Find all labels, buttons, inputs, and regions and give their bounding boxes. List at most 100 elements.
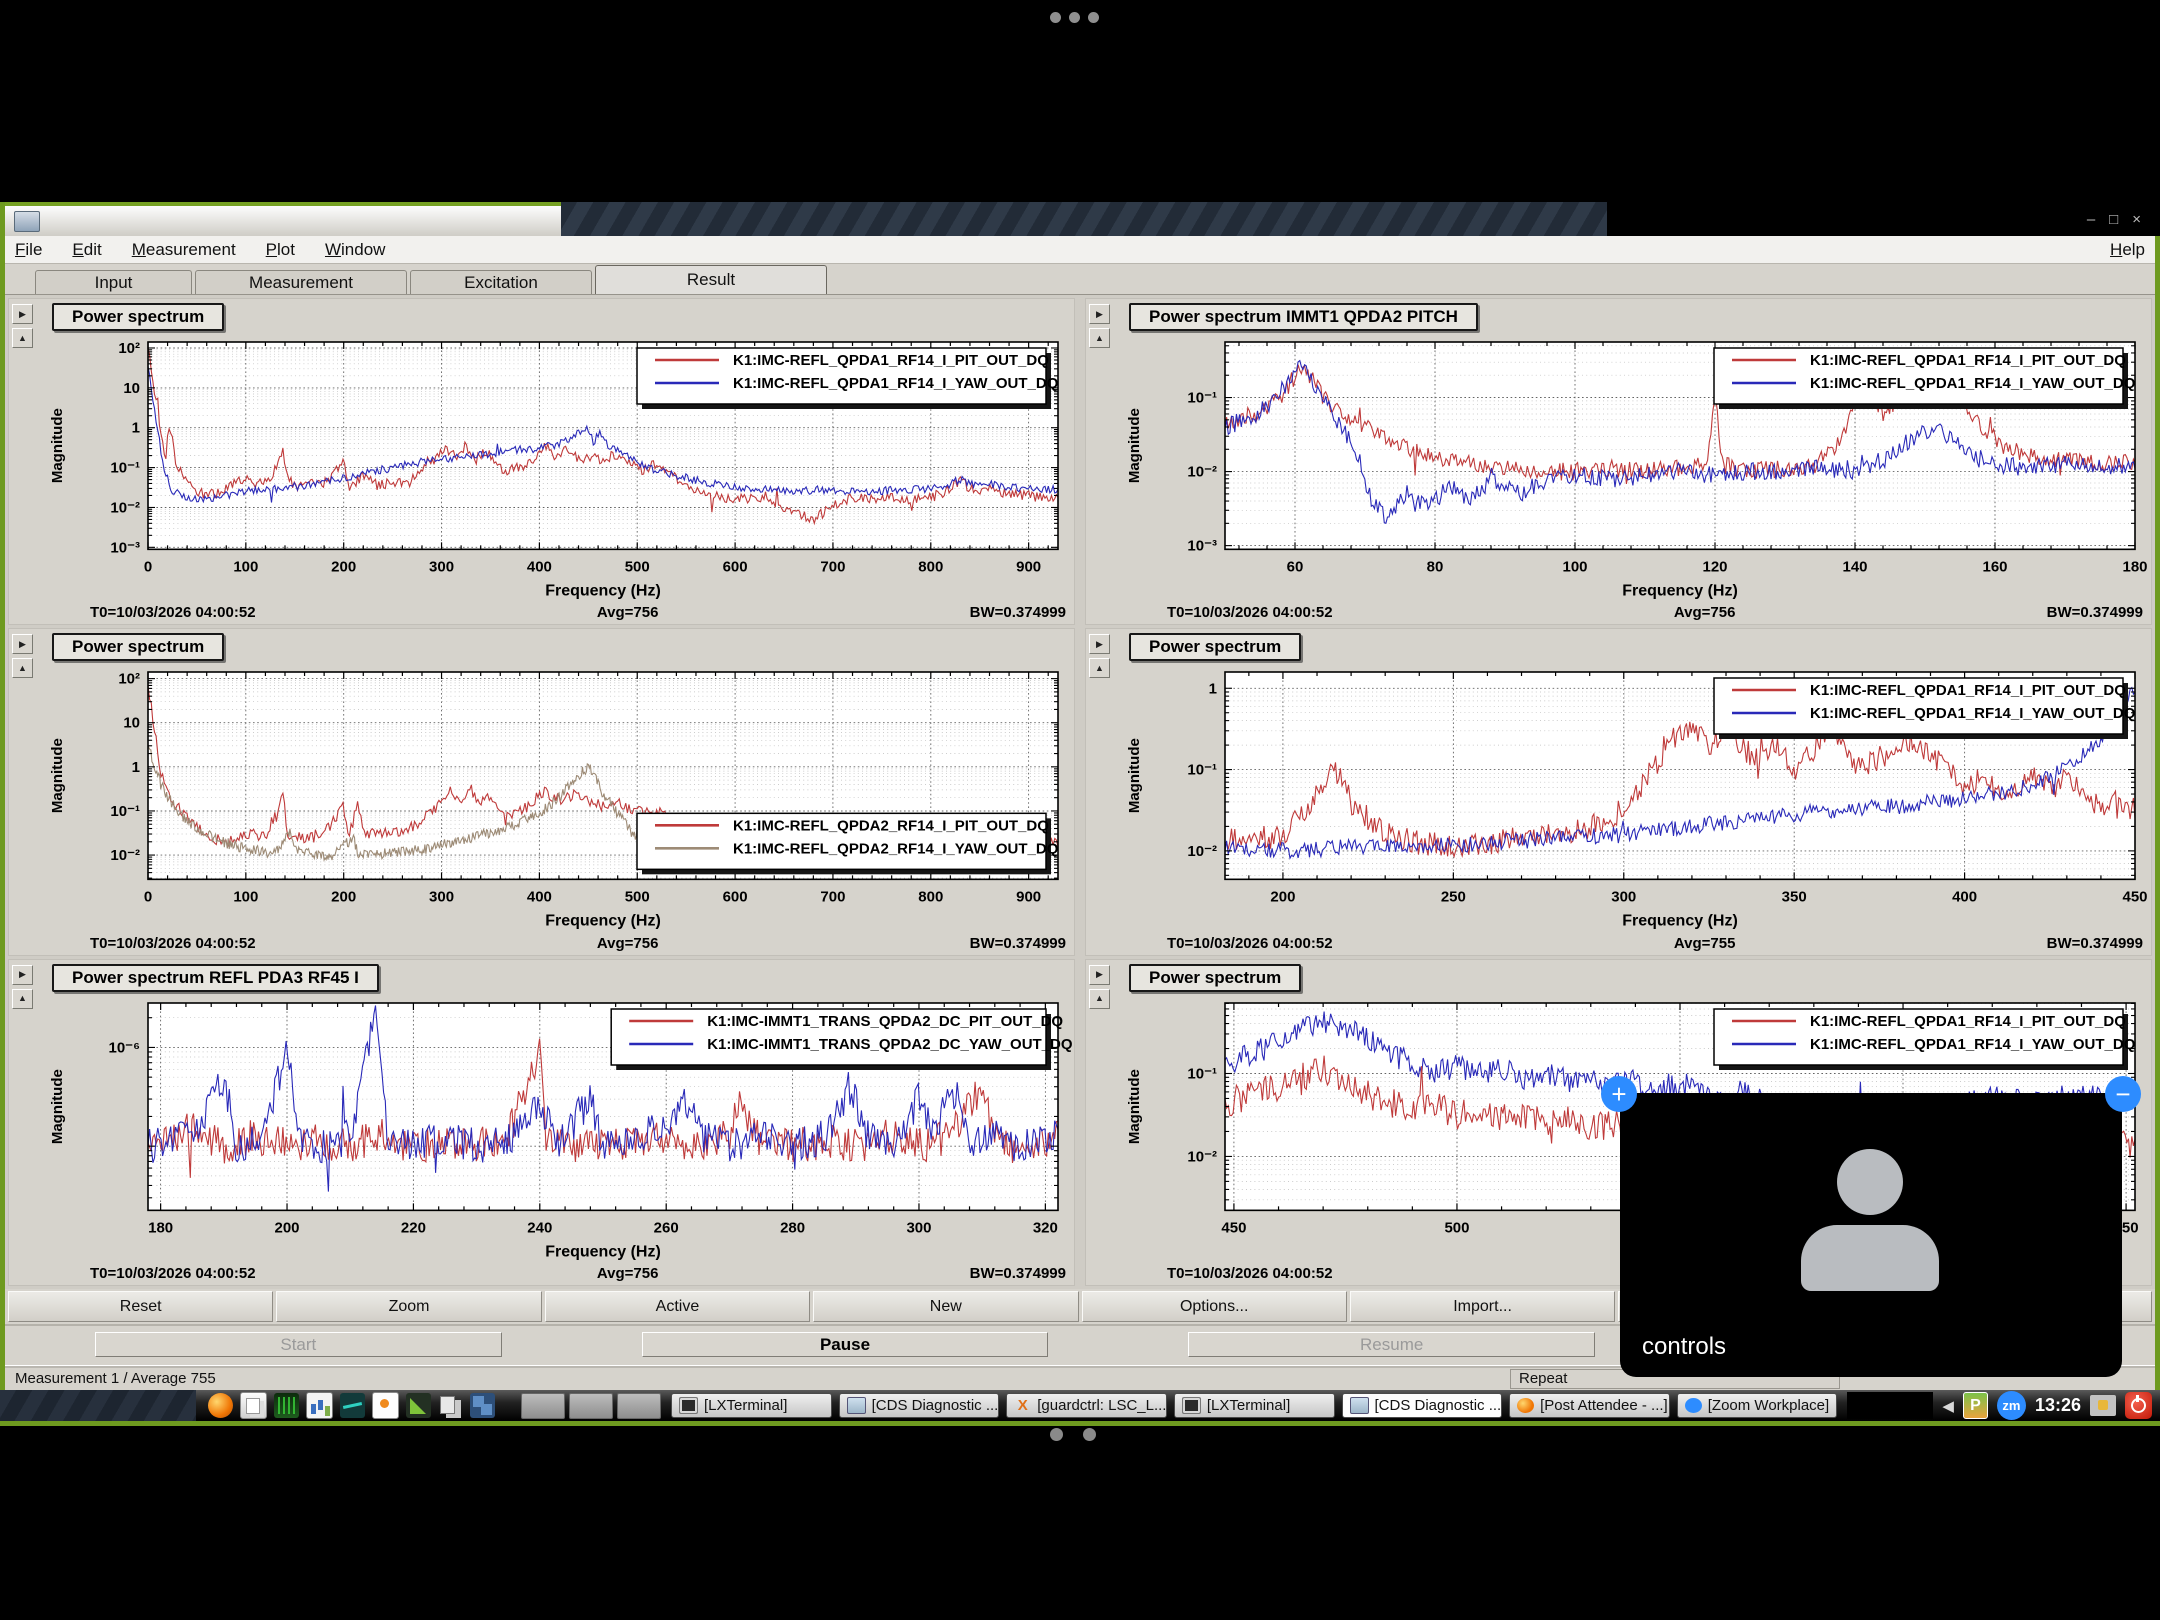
taskbtn-label: [CDS Diagnostic ...]	[1375, 1397, 1503, 1414]
file-manager-icon[interactable]	[240, 1392, 267, 1419]
chart-tool-icon[interactable]	[306, 1392, 333, 1419]
import-button[interactable]: Import...	[1350, 1291, 1615, 1322]
svg-text:10⁻²: 10⁻²	[1187, 464, 1217, 481]
tab-input[interactable]: Input	[35, 270, 192, 294]
svg-text:450: 450	[2122, 889, 2147, 906]
close-icon[interactable]: ×	[2132, 211, 2141, 229]
svg-text:K1:IMC-IMMT1_TRANS_QPDA2_DC_YA: K1:IMC-IMMT1_TRANS_QPDA2_DC_YAW_OUT_DQ	[707, 1036, 1073, 1053]
plot-title-button[interactable]: Power spectrum	[52, 303, 224, 331]
screenshot-tool-icon[interactable]	[406, 1393, 431, 1418]
power-spectrum-plot[interactable]: 608010012014016018010⁻¹10⁻²10⁻³Frequency…	[1113, 334, 2151, 601]
taskbtn-lxterminal-2[interactable]: [LXTerminal]	[1174, 1393, 1335, 1418]
pane-up-icon[interactable]: ▲	[1089, 328, 1110, 348]
start-button[interactable]: Start	[95, 1332, 502, 1357]
plot-avg: Avg=756	[493, 604, 763, 621]
svg-text:10²: 10²	[118, 340, 140, 357]
power-spectrum-plot[interactable]: 18020022024026028030032010⁻⁶Frequency (H…	[36, 995, 1074, 1262]
zoom-tray-icon[interactable]: zm	[1997, 1391, 2026, 1420]
plot-title-button[interactable]: Power spectrum	[1129, 964, 1301, 992]
taskbtn-cds-diagnostic-2[interactable]: [CDS Diagnostic ...]	[1342, 1393, 1503, 1418]
system-monitor-icon[interactable]	[340, 1393, 365, 1418]
power-spectrum-plot[interactable]: 010020030040050060070080090010²10110⁻¹10…	[36, 334, 1074, 601]
file-copy-icon[interactable]	[438, 1393, 463, 1418]
svg-text:200: 200	[331, 558, 356, 575]
taskbtn-zoom-workplace[interactable]: [Zoom Workplace]	[1677, 1393, 1838, 1418]
pane-up-icon[interactable]: ▲	[12, 989, 33, 1009]
desktop-pager-icon[interactable]	[470, 1393, 495, 1418]
minimize-icon[interactable]: –	[2087, 211, 2095, 229]
plot-title-button[interactable]: Power spectrum REFL PDA3 RF45 I	[52, 964, 379, 992]
clock[interactable]: 13:26	[2035, 1395, 2081, 1416]
tray-collapse-icon[interactable]: ◀	[1942, 1397, 1954, 1415]
workspace-cell[interactable]	[617, 1393, 661, 1419]
menu-window[interactable]: Window	[325, 240, 385, 260]
clipboard-tray-icon[interactable]: P	[1963, 1392, 1988, 1419]
guardctrl-icon: X	[1014, 1398, 1031, 1413]
pane-expand-icon[interactable]: ▶	[1089, 304, 1110, 324]
pane-expand-icon[interactable]: ▶	[12, 965, 33, 985]
taskbtn-guardctrl[interactable]: X [guardctrl: LSC_L...]	[1006, 1393, 1167, 1418]
menu-file[interactable]: File	[15, 240, 42, 260]
titlebar[interactable]: – □ ×	[5, 202, 2155, 236]
pane-expand-icon[interactable]: ▶	[1089, 965, 1110, 985]
taskbtn-lxterminal-1[interactable]: [LXTerminal]	[671, 1393, 832, 1418]
workspace-pager[interactable]	[521, 1393, 661, 1419]
plot-title-button[interactable]: Power spectrum	[1129, 633, 1301, 661]
svg-text:Frequency (Hz): Frequency (Hz)	[1622, 913, 1738, 930]
tab-excitation[interactable]: Excitation	[410, 270, 592, 294]
overlay-zoom-in-button[interactable]: +	[1601, 1076, 1637, 1112]
share-dot	[1088, 12, 1099, 23]
tab-measurement[interactable]: Measurement	[195, 270, 407, 294]
avatar	[1801, 1225, 1939, 1291]
new-button[interactable]: New	[813, 1291, 1078, 1322]
menu-measurement[interactable]: Measurement	[132, 240, 236, 260]
power-spectrum-plot[interactable]: 010020030040050060070080090010²10110⁻¹10…	[36, 664, 1074, 931]
plot-title-button[interactable]: Power spectrum IMMT1 QPDA2 PITCH	[1129, 303, 1478, 331]
pane-expand-icon[interactable]: ▶	[12, 634, 33, 654]
plot-panel-4: ▶ ▲ Power spectrum 200250300350400450110…	[1085, 628, 2152, 955]
options-button[interactable]: Options...	[1082, 1291, 1347, 1322]
share-border-stripes	[561, 202, 1607, 236]
pane-up-icon[interactable]: ▲	[12, 658, 33, 678]
zoom-button[interactable]: Zoom	[276, 1291, 541, 1322]
tab-result[interactable]: Result	[595, 265, 827, 294]
maximize-icon[interactable]: □	[2109, 211, 2118, 229]
power-spectrum-plot[interactable]: 200250300350400450110⁻¹10⁻²Frequency (Hz…	[1113, 664, 2151, 931]
taskbtn-cds-diagnostic-1[interactable]: [CDS Diagnostic ...]	[839, 1393, 1000, 1418]
pane-expand-icon[interactable]: ▶	[12, 304, 33, 324]
lock-screen-icon[interactable]	[2090, 1395, 2116, 1416]
overlay-zoom-out-button[interactable]: −	[2105, 1076, 2141, 1112]
zoom-video-overlay[interactable]: + − controls	[1620, 1093, 2122, 1377]
pane-up-icon[interactable]: ▲	[12, 328, 33, 348]
zoom-collapsed-dots[interactable]	[1050, 1428, 1096, 1441]
screenshare-dots[interactable]	[1050, 12, 1099, 23]
svg-text:900: 900	[1016, 889, 1041, 906]
taskbtn-label: [LXTerminal]	[704, 1397, 787, 1414]
pane-up-icon[interactable]: ▲	[1089, 989, 1110, 1009]
avatar	[1837, 1149, 1903, 1215]
menu-plot[interactable]: Plot	[266, 240, 295, 260]
svg-text:Magnitude: Magnitude	[49, 408, 66, 483]
menu-edit[interactable]: Edit	[72, 240, 101, 260]
reset-button[interactable]: Reset	[8, 1291, 273, 1322]
matrix-terminal-icon[interactable]	[274, 1393, 299, 1418]
workspace-cell[interactable]	[569, 1393, 613, 1419]
active-button[interactable]: Active	[545, 1291, 810, 1322]
document-viewer-icon[interactable]	[372, 1392, 399, 1419]
menu-help[interactable]: Help	[2110, 240, 2145, 260]
terminal-icon	[679, 1397, 698, 1414]
plot-title-button[interactable]: Power spectrum	[52, 633, 224, 661]
pause-button[interactable]: Pause	[642, 1332, 1049, 1357]
resume-button[interactable]: Resume	[1188, 1332, 1595, 1357]
svg-text:100: 100	[1562, 558, 1587, 575]
firefox-icon[interactable]	[208, 1393, 233, 1418]
workspace-cell[interactable]	[521, 1393, 565, 1419]
svg-text:10⁻¹: 10⁻¹	[1187, 1065, 1217, 1082]
svg-text:140: 140	[1842, 558, 1867, 575]
taskbtn-post-attendee[interactable]: [Post Attendee - ...]	[1509, 1393, 1670, 1418]
svg-text:320: 320	[1033, 1219, 1058, 1236]
pane-up-icon[interactable]: ▲	[1089, 658, 1110, 678]
pane-expand-icon[interactable]: ▶	[1089, 634, 1110, 654]
plot-panel-3: ▶ ▲ Power spectrum 010020030040050060070…	[8, 628, 1075, 955]
power-icon[interactable]	[2125, 1392, 2152, 1419]
